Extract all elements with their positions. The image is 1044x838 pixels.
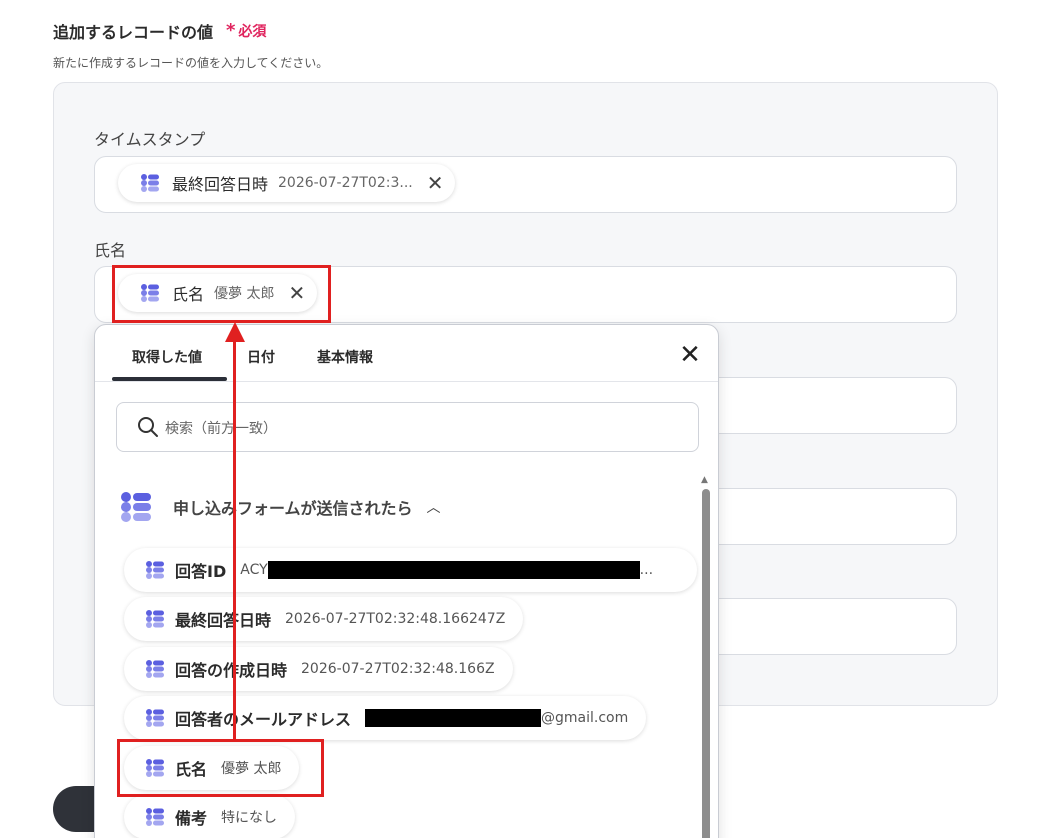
list-item-answer-id[interactable]: 回答ID ACY ... xyxy=(124,548,697,592)
chip-value: 2026-07-27T02:3... xyxy=(278,175,413,191)
list-item-created-date[interactable]: 回答の作成日時 2026-07-27T02:32:48.166Z xyxy=(124,647,513,691)
chip-name: 最終回答日時 xyxy=(172,175,269,194)
section-description: 新たに作成するレコードの値を入力してください。 xyxy=(53,56,329,70)
remove-chip-icon[interactable]: ✕ xyxy=(427,173,444,193)
timestamp-label: タイムスタンプ xyxy=(94,130,206,149)
search-input[interactable]: 検索（前方一致） xyxy=(116,402,699,452)
redaction xyxy=(267,561,640,579)
form-icon xyxy=(146,709,164,727)
required-label: 必須 xyxy=(238,24,267,40)
list-item-email[interactable]: 回答者のメールアドレス @gmail.com xyxy=(124,696,647,740)
form-icon xyxy=(141,174,159,192)
required-badge: * 必須 xyxy=(226,20,266,41)
item-name: 回答者のメールアドレス xyxy=(175,710,352,729)
name-label: 氏名 xyxy=(94,241,127,260)
list-item-last-answer-date[interactable]: 最終回答日時 2026-07-27T02:32:48.166247Z xyxy=(124,597,524,641)
search-placeholder: 検索（前方一致） xyxy=(165,421,277,437)
timestamp-chip[interactable]: 最終回答日時 2026-07-27T02:3... ✕ xyxy=(118,164,456,202)
search-icon xyxy=(138,417,158,437)
active-tab-indicator xyxy=(112,377,227,381)
tab-bar: 取得した値 日付 基本情報 ✕ xyxy=(95,325,718,382)
annotation-arrow xyxy=(233,338,236,741)
scrollbar[interactable] xyxy=(702,489,710,838)
list-item-remarks[interactable]: 備考 特になし xyxy=(124,795,296,838)
section-title: 追加するレコードの値 xyxy=(53,23,214,42)
tab-acquired-values[interactable]: 取得した値 xyxy=(132,347,202,367)
item-name: 回答の作成日時 xyxy=(175,661,288,680)
item-name: 備考 xyxy=(175,809,208,828)
item-name: 最終回答日時 xyxy=(175,611,272,630)
highlight-box-name-item xyxy=(117,739,324,797)
required-mark: * xyxy=(226,20,236,41)
form-icon xyxy=(146,561,164,579)
tab-date[interactable]: 日付 xyxy=(247,347,275,367)
group-header[interactable]: 申し込みフォームが送信されたら ︿ xyxy=(119,490,441,524)
chevron-up-icon: ︿ xyxy=(426,500,441,516)
close-icon[interactable]: ✕ xyxy=(679,342,701,368)
form-icon xyxy=(146,660,164,678)
redaction xyxy=(365,709,542,727)
item-name: 回答ID xyxy=(175,562,227,581)
item-value: @gmail.com xyxy=(541,710,629,726)
scroll-up-icon[interactable]: ▲ xyxy=(701,475,708,485)
arrow-head-icon xyxy=(225,322,245,342)
form-icon xyxy=(121,492,151,522)
highlight-box-name-chip xyxy=(112,265,331,323)
form-icon xyxy=(146,808,164,826)
form-icon xyxy=(146,610,164,628)
tab-basic-info[interactable]: 基本情報 xyxy=(317,347,373,367)
item-value: 2026-07-27T02:32:48.166Z xyxy=(301,661,495,677)
group-title: 申し込みフォームが送信されたら xyxy=(173,499,413,518)
item-value: ACY xyxy=(240,562,268,578)
item-value: 2026-07-27T02:32:48.166247Z xyxy=(285,611,506,627)
page: 追加するレコードの値 * 必須 新たに作成するレコードの値を入力してください。 タ… xyxy=(0,0,1044,838)
item-value-suffix: ... xyxy=(639,562,654,578)
item-value: 特になし xyxy=(221,810,278,826)
